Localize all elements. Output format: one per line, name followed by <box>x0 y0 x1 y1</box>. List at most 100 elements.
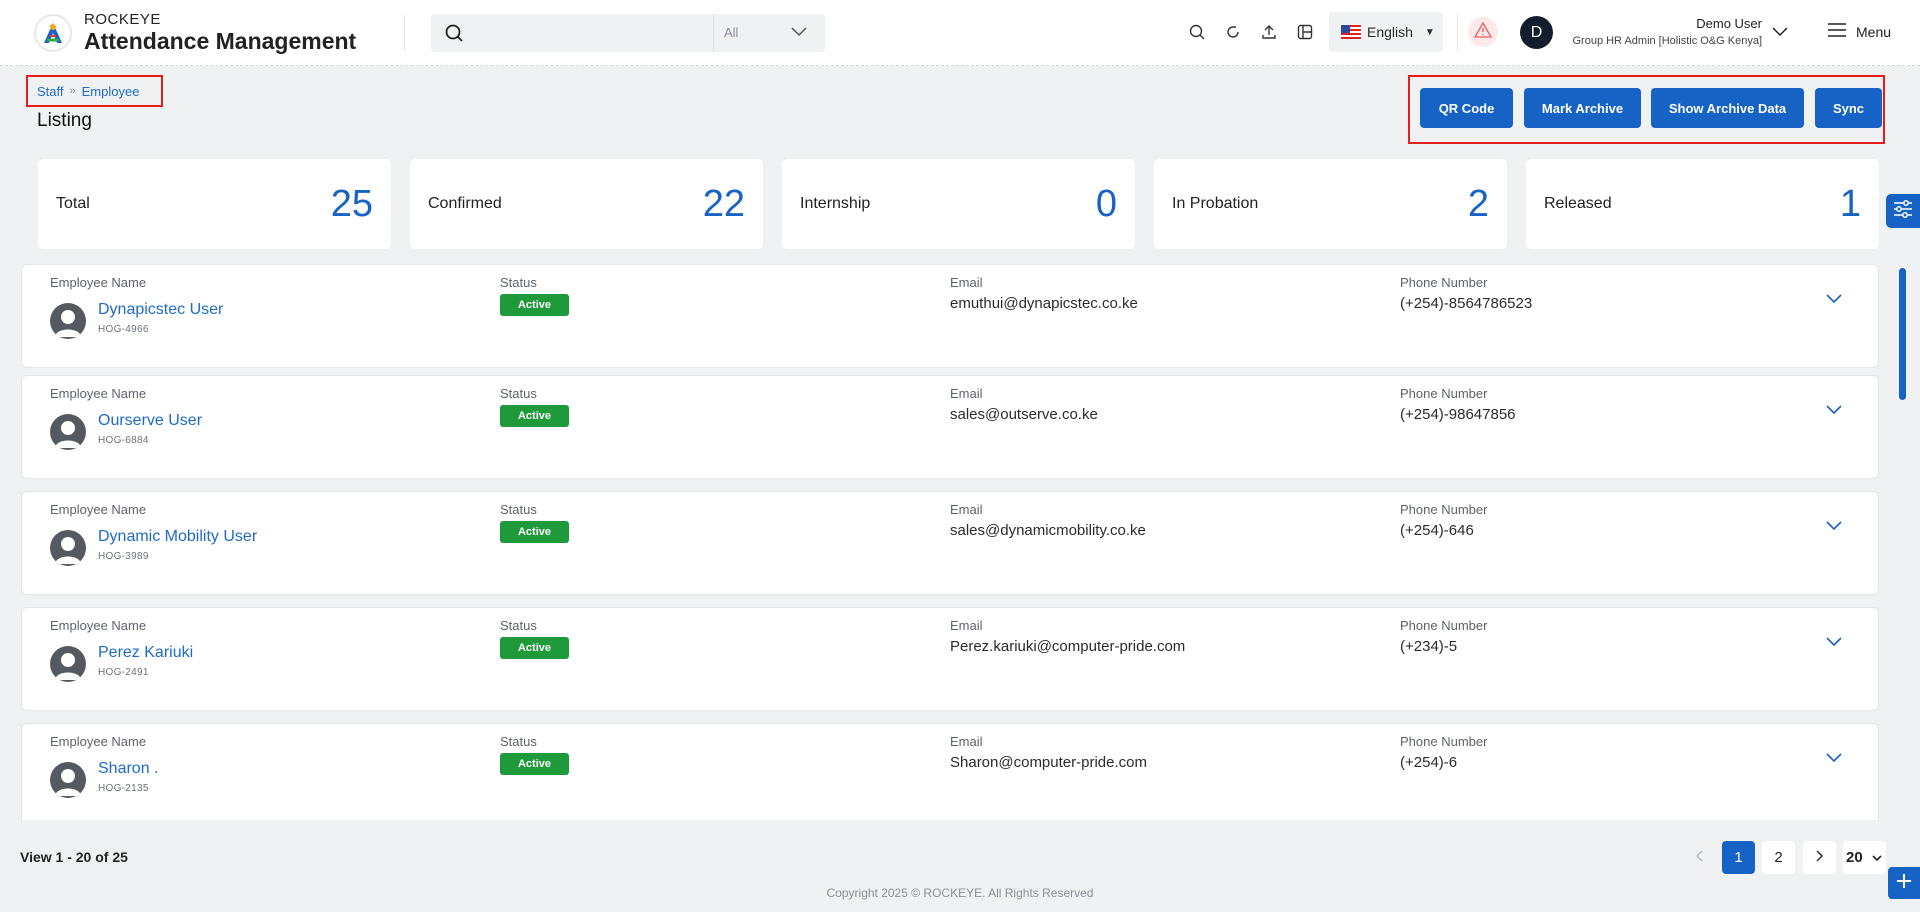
phone-col: Phone Number (+254)-646 <box>1400 502 1487 539</box>
email-col: Email Sharon@computer-pride.com <box>950 734 1147 771</box>
brand-name: ROCKEYE <box>84 10 161 28</box>
employee-name-link[interactable]: Dynapicstec User <box>98 301 223 319</box>
hamburger-icon <box>1828 23 1846 40</box>
search-input[interactable] <box>477 13 713 52</box>
column-label: Email <box>950 386 983 401</box>
status-badge: Active <box>500 521 569 543</box>
next-page-button[interactable] <box>1803 841 1836 874</box>
stat-value: 22 <box>702 182 745 225</box>
employee-email: Sharon@computer-pride.com <box>950 754 1147 771</box>
layout-icon[interactable] <box>1294 20 1316 44</box>
employee-avatar <box>50 530 86 566</box>
employee-name-link[interactable]: Sharon . <box>98 760 158 778</box>
user-menu-chevron-icon[interactable] <box>1772 24 1788 42</box>
quick-search-icon[interactable] <box>1186 20 1208 44</box>
column-label: Status <box>500 618 537 633</box>
expand-chevron-icon[interactable] <box>1826 634 1842 652</box>
column-label: Employee Name <box>50 275 147 290</box>
upload-icon[interactable] <box>1258 20 1280 44</box>
stat-label: Internship <box>800 195 871 212</box>
status-badge: Active <box>500 294 569 316</box>
mark-archive-button[interactable]: Mark Archive <box>1524 88 1641 128</box>
employee-phone: (+234)-5 <box>1400 638 1458 655</box>
stat-label: Confirmed <box>428 195 502 212</box>
employee-code: HOG-6884 <box>98 435 149 446</box>
stat-card-total[interactable]: Total 25 <box>38 159 391 249</box>
app-logo[interactable]: ROCKEYE Attendance Management <box>34 10 404 54</box>
column-label: Employee Name <box>50 502 147 517</box>
stat-card-internship[interactable]: Internship 0 <box>782 159 1135 249</box>
employee-avatar <box>50 414 86 450</box>
column-label: Status <box>500 386 537 401</box>
user-info[interactable]: Demo User Group HR Admin [Holistic O&G K… <box>1562 16 1762 47</box>
stat-card-confirmed[interactable]: Confirmed 22 <box>410 159 763 249</box>
expand-chevron-icon[interactable] <box>1826 518 1842 536</box>
column-label: Phone Number <box>1400 618 1488 633</box>
column-label: Employee Name <box>50 386 147 401</box>
status-badge: Active <box>500 753 569 775</box>
refresh-icon[interactable] <box>1222 20 1244 44</box>
employee-code: HOG-3989 <box>98 551 149 562</box>
employee-name-link[interactable]: Perez Kariuki <box>98 644 193 662</box>
list-scrollbar[interactable] <box>1899 268 1906 400</box>
column-label: Email <box>950 734 983 749</box>
employee-row[interactable]: Employee Name Sharon . HOG-2135 Status Activ… <box>21 723 1879 820</box>
chevron-right-icon <box>1815 849 1824 866</box>
column-label: Status <box>500 734 537 749</box>
search-scope-select[interactable]: All <box>713 13 825 52</box>
stat-value: 0 <box>1095 182 1117 225</box>
language-selector[interactable]: English ▼ <box>1329 12 1443 52</box>
column-label: Phone Number <box>1400 502 1488 517</box>
qr-code-button[interactable]: QR Code <box>1420 88 1513 128</box>
menu-button[interactable]: Menu <box>1828 23 1891 40</box>
email-col: Email emuthui@dynapicstec.co.ke <box>950 275 1138 312</box>
employee-code: HOG-4966 <box>98 324 149 335</box>
employee-email: sales@dynamicmobility.co.ke <box>950 522 1146 539</box>
employee-email: sales@outserve.co.ke <box>950 406 1098 423</box>
stat-card-released[interactable]: Released 1 <box>1526 159 1879 249</box>
page-button-1[interactable]: 1 <box>1722 841 1755 874</box>
alert-button[interactable] <box>1468 17 1498 47</box>
breadcrumb: Staff » Employee <box>26 75 163 107</box>
stat-label: In Probation <box>1172 195 1259 212</box>
column-label: Status <box>500 275 537 290</box>
prev-page-button[interactable] <box>1684 841 1714 874</box>
employee-row[interactable]: Employee Name Dynapicstec User HOG-4966 Sta… <box>21 264 1879 368</box>
employee-name-link[interactable]: Ourserve User <box>98 412 202 430</box>
employee-code: HOG-2135 <box>98 783 149 794</box>
employee-row[interactable]: Employee Name Perez Kariuki HOG-2491 Status… <box>21 607 1879 711</box>
breadcrumb-staff[interactable]: Staff <box>37 84 64 99</box>
user-avatar[interactable]: D <box>1520 16 1553 49</box>
employee-name-link[interactable]: Dynamic Mobility User <box>98 528 257 546</box>
column-label: Email <box>950 502 983 517</box>
expand-chevron-icon[interactable] <box>1826 750 1842 768</box>
plus-icon <box>1896 873 1912 894</box>
sync-button[interactable]: Sync <box>1815 88 1882 128</box>
employee-phone: (+254)-6 <box>1400 754 1458 771</box>
stat-value: 2 <box>1467 182 1489 225</box>
search-scope-value: All <box>724 25 739 40</box>
global-search: All <box>431 13 825 52</box>
stat-card-in-probation[interactable]: In Probation 2 <box>1154 159 1507 249</box>
employee-row[interactable]: Employee Name Ourserve User HOG-6884 Status… <box>21 375 1879 479</box>
header-divider <box>1457 15 1458 51</box>
expand-chevron-icon[interactable] <box>1826 402 1842 420</box>
show-archive-data-button[interactable]: Show Archive Data <box>1651 88 1804 128</box>
page-button-2[interactable]: 2 <box>1762 841 1795 874</box>
expand-chevron-icon[interactable] <box>1826 291 1842 309</box>
breadcrumb-employee[interactable]: Employee <box>82 84 140 99</box>
employee-code: HOG-2491 <box>98 667 149 678</box>
stat-value: 1 <box>1839 182 1861 225</box>
copyright: Copyright 2025 © ROCKEYE. All Rights Res… <box>826 886 1094 900</box>
employee-row[interactable]: Employee Name Dynamic Mobility User HOG-39… <box>21 491 1879 595</box>
filter-settings-button[interactable] <box>1886 194 1920 228</box>
status-badge: Active <box>500 405 569 427</box>
page-size-select[interactable]: 20 <box>1843 841 1886 874</box>
column-label: Phone Number <box>1400 386 1488 401</box>
add-button[interactable] <box>1888 867 1920 899</box>
employee-email: emuthui@dynapicstec.co.ke <box>950 295 1138 312</box>
employee-avatar <box>50 646 86 682</box>
user-role: Group HR Admin [Holistic O&G Kenya] <box>1572 35 1762 47</box>
status-badge: Active <box>500 637 569 659</box>
stat-label: Total <box>56 195 90 212</box>
